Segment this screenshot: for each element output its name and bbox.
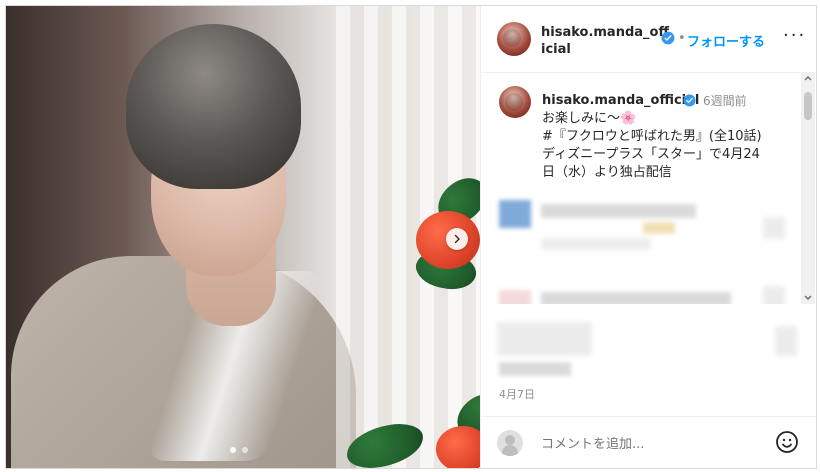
blurred-comment-text-2 — [541, 292, 731, 304]
follow-separator: • — [678, 31, 686, 46]
carousel-dot — [230, 447, 236, 453]
blurred-comment-text — [541, 204, 696, 218]
post-side-panel: hisako.manda_off icial • フォローする ··· hisa… — [480, 6, 816, 468]
more-horizontal-icon[interactable]: ··· — [783, 25, 806, 46]
photo-hair — [126, 24, 301, 189]
comment-avatar — [497, 430, 523, 456]
carousel-dots — [230, 447, 248, 453]
scroll-thumb[interactable] — [804, 92, 812, 120]
comments-scrollbar[interactable] — [801, 72, 815, 304]
verified-badge-icon — [661, 31, 675, 45]
blurred-comment-avatar-2 — [499, 290, 531, 304]
carousel-dot — [242, 447, 248, 453]
verified-badge-icon — [683, 94, 696, 107]
next-image-button[interactable] — [446, 228, 468, 250]
blurred-like-icon-2 — [763, 286, 785, 304]
post-header: hisako.manda_off icial • フォローする ··· — [481, 6, 816, 73]
profile-handle[interactable]: hisako.manda_off icial — [541, 24, 669, 58]
comment-input[interactable] — [539, 433, 763, 455]
blurred-actions-row — [497, 322, 592, 356]
comments-scroll-area[interactable]: hisako.manda_official 6週間前 お楽しみに〜🌸 #『フクロ… — [481, 72, 816, 304]
post-footer: 4月7日 — [481, 304, 816, 468]
post-photo — [6, 6, 480, 468]
comment-bar — [481, 416, 816, 468]
profile-handle-line1: hisako.manda_off — [541, 25, 670, 40]
blurred-like-icon — [763, 217, 785, 239]
profile-avatar[interactable] — [497, 22, 531, 56]
profile-handle-line2: icial — [541, 42, 571, 57]
caption-header: hisako.manda_official — [542, 92, 699, 110]
blurred-comment-avatar — [499, 200, 531, 228]
caption-avatar[interactable] — [499, 86, 531, 118]
photo-flower-2 — [436, 426, 480, 468]
follow-button[interactable]: フォローする — [687, 31, 765, 50]
chevron-right-icon — [451, 230, 463, 249]
blurred-comment-line — [541, 238, 651, 250]
post-date: 4月7日 — [499, 388, 535, 401]
blurred-save-icon — [775, 326, 797, 356]
blurred-comment-emoji — [643, 222, 675, 234]
emoji-icon[interactable] — [775, 430, 799, 454]
blurred-like-count — [499, 362, 571, 376]
scroll-up-icon[interactable] — [803, 74, 813, 84]
caption-text: お楽しみに〜🌸 #『フクロウと呼ばれた男』(全10話) ディズニープラス「スター… — [542, 111, 762, 180]
caption-handle[interactable]: hisako.manda_official — [542, 93, 699, 108]
instagram-embed: hisako.manda_off icial • フォローする ··· hisa… — [5, 5, 817, 469]
caption-time-ago: 6週間前 — [703, 94, 747, 108]
scroll-down-icon[interactable] — [803, 292, 813, 302]
